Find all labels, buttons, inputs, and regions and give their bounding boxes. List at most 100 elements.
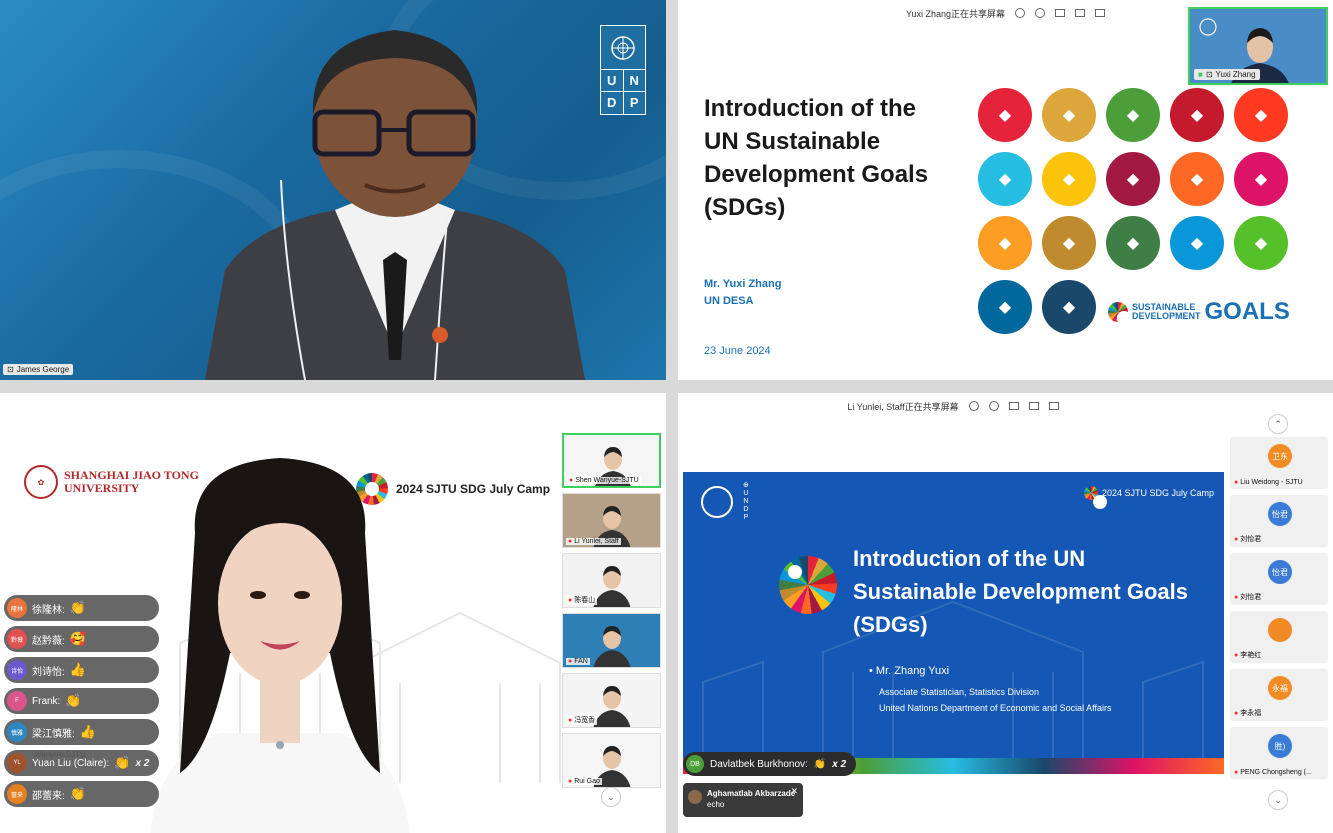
avatar <box>688 790 702 804</box>
sdg-goal-1-icon: ◆ <box>978 88 1032 142</box>
sjtu-seal-icon <box>701 486 733 518</box>
participant-name: ● 刘怡君 <box>1234 593 1262 602</box>
reaction-name: 刘诗怡: <box>32 666 65 678</box>
participant-card[interactable]: ● 李艳红 <box>1230 611 1328 663</box>
reaction-name: 梁江慎雅: <box>32 728 75 740</box>
mic-muted-icon: ● <box>1234 479 1239 486</box>
presenter-org: UN DESA <box>704 295 754 307</box>
sdg-goal-13-icon: ◆ <box>1106 216 1160 270</box>
reaction-emoji-icon: 👏 <box>69 600 86 615</box>
participant-card[interactable]: 怡君 ● 刘怡君 <box>1230 553 1328 605</box>
reaction-emoji-icon: 👏 <box>65 693 82 708</box>
reaction-name: 邵蕾来: <box>32 790 65 802</box>
share-toolbar: Li Yunlei, Staff正在共享屏幕 <box>678 399 1228 413</box>
reaction-emoji-icon: 👏 <box>114 755 131 770</box>
screen-icon: ⊡ <box>7 365 14 374</box>
fit-screen-icon[interactable] <box>1008 402 1019 410</box>
participant-card[interactable]: 胜) ● PENG Chongsheng (... <box>1230 727 1328 779</box>
reaction-name: 赵黔薇: <box>32 635 65 647</box>
participant-name: ● 李艳红 <box>1234 651 1262 660</box>
reaction-emoji-icon: 👍 <box>69 662 86 677</box>
un-emblem-icon <box>601 26 645 70</box>
sdg-goal-8-icon: ◆ <box>1106 152 1160 206</box>
participant-name: ● 冯宽香 <box>566 715 598 725</box>
gallery-thumbnail[interactable]: ● FAN <box>562 613 661 668</box>
avatar: 隆林 <box>7 598 27 618</box>
share-status-label: Yuxi Zhang正在共享屏幕 <box>905 8 1006 19</box>
sdg-goal-6-icon: ◆ <box>978 152 1032 206</box>
participant-card[interactable]: 卫东 ● Liu Weidong - SJTU <box>1230 437 1328 489</box>
shared-screen-yuxi-zhang[interactable]: Yuxi Zhang正在共享屏幕 Introduction of the UN … <box>678 0 1333 380</box>
gallery-thumbnail[interactable]: ● 冯宽香 <box>562 673 661 728</box>
slide-logos: ⊕ U N D P <box>701 482 749 522</box>
scroll-up-button[interactable]: ⌃ <box>1268 414 1288 434</box>
sdg-wheel-icon <box>1108 302 1131 325</box>
overlay-name: Wanyue-SJTU <box>34 750 86 759</box>
gallery-thumbnail[interactable]: ● Shen Wanyue-SJTU <box>562 433 661 488</box>
presenter-name: Mr. Yuxi Zhang <box>704 278 782 290</box>
zoom-in-icon[interactable] <box>988 401 999 411</box>
presenter-block: Mr. Yuxi Zhang UN DESA <box>704 276 781 310</box>
camp-title: 2024 SJTU SDG July Camp <box>1101 488 1214 498</box>
avatar <box>1268 618 1292 642</box>
zoom-in-icon[interactable] <box>1035 8 1046 18</box>
gallery-thumbnail[interactable]: ● 陈春山 <box>562 553 661 608</box>
reaction-emoji-icon: 👏 <box>69 786 86 801</box>
mic-muted-icon: ● <box>1234 593 1239 601</box>
participant-name: ● Rui Gao <box>566 778 602 785</box>
avatar: 胜) <box>1268 734 1292 758</box>
participant-card[interactable]: 怡君 ● 刘怡君 <box>1230 495 1328 547</box>
mic-muted-icon: ● <box>569 477 574 484</box>
scroll-down-button[interactable]: ⌄ <box>1268 790 1288 810</box>
reaction-emoji-icon: 👍 <box>79 724 96 739</box>
participant-name: Yuxi Zhang <box>1215 70 1256 79</box>
avatar: 怡君 <box>1268 560 1292 584</box>
mic-muted-icon: ● <box>568 778 573 785</box>
chevron-down-icon: ⌄ <box>607 791 615 802</box>
sdg-goal-5-icon: ◆ <box>1234 88 1288 142</box>
avatar: 永福 <box>1268 676 1292 700</box>
mic-muted-icon: ● <box>568 538 573 545</box>
pop-out-icon[interactable] <box>1048 402 1059 410</box>
self-view-video[interactable]: ■ ⊡ Yuxi Zhang <box>1188 7 1328 85</box>
reaction-count: x 2 <box>135 757 150 769</box>
reaction-name: Davlatbek Burkhonov: <box>710 758 808 770</box>
camp-banner: 2024 SJTU SDG July Camp <box>1083 486 1214 509</box>
sdg-goal-15-icon: ◆ <box>1234 216 1288 270</box>
self-view-name-tag: ■ ⊡ Yuxi Zhang <box>1194 69 1260 80</box>
view-mode-icon[interactable] <box>1028 402 1039 410</box>
sdg-goal-12-icon: ◆ <box>1042 216 1096 270</box>
participant-card[interactable]: 永福 ● 李永福 <box>1230 669 1328 721</box>
participant-name: ● 刘怡君 <box>1234 535 1262 544</box>
reaction-name: Frank: <box>32 695 61 707</box>
presenter-details: Associate Statistician, Statistics Divis… <box>879 684 1111 716</box>
avatar: 诗怡 <box>7 660 27 680</box>
gallery-thumbnails: ● Shen Wanyue-SJTU ● Li Yunlei, Staff ● 陈春… <box>562 433 661 788</box>
fit-screen-icon[interactable] <box>1055 9 1066 17</box>
participant-list: 卫东 ● Liu Weidong - SJTU 怡君 ● 刘怡君 怡君 ● 刘怡君 ● 李艳红 永福 ●… <box>1230 437 1328 779</box>
reaction-item: F Frank: 👏 <box>4 688 160 714</box>
avatar: DB <box>686 755 704 773</box>
gallery-thumbnail[interactable]: ● Li Yunlei, Staff <box>562 493 661 548</box>
mic-muted-icon: ● <box>1234 535 1239 543</box>
pop-out-icon[interactable] <box>1095 9 1106 17</box>
chat-popup[interactable]: ✕ Aghamatlab Akbarzade echo <box>683 783 803 817</box>
zoom-out-icon[interactable] <box>1015 8 1026 18</box>
view-mode-icon[interactable] <box>1075 9 1086 17</box>
participant-name: ● Liu Weidong - SJTU <box>1234 479 1303 486</box>
chevron-down-icon: ⌄ <box>1274 794 1282 805</box>
shared-screen-li-yunlei[interactable]: Li Yunlei, Staff正在共享屏幕 ⊕ U N D P 2024 SJTU S… <box>678 393 1333 833</box>
reaction-item: 慎雅 梁江慎雅: 👍 <box>4 719 160 745</box>
sdg-goal-10-icon: ◆ <box>1234 152 1288 206</box>
avatar: 慎雅 <box>7 722 27 742</box>
close-icon[interactable]: ✕ <box>790 786 798 797</box>
avatar: 卫东 <box>1268 444 1292 468</box>
video-tile-shen-wanyue[interactable]: ✿ SHANGHAI JIAO TONG UNIVERSITY 2024 SJT… <box>0 393 666 833</box>
zoom-out-icon[interactable] <box>968 401 979 411</box>
presenter-role: Associate Statistician, Statistics Divis… <box>879 687 1040 697</box>
participant-name: ● 李永福 <box>1234 709 1262 718</box>
video-tile-james-george[interactable]: UN DP ⊡ James George <box>0 0 666 380</box>
scroll-down-button[interactable]: ⌄ <box>601 787 621 807</box>
avatar: 黔薇 <box>7 629 27 649</box>
gallery-thumbnail[interactable]: ● Rui Gao <box>562 733 661 788</box>
